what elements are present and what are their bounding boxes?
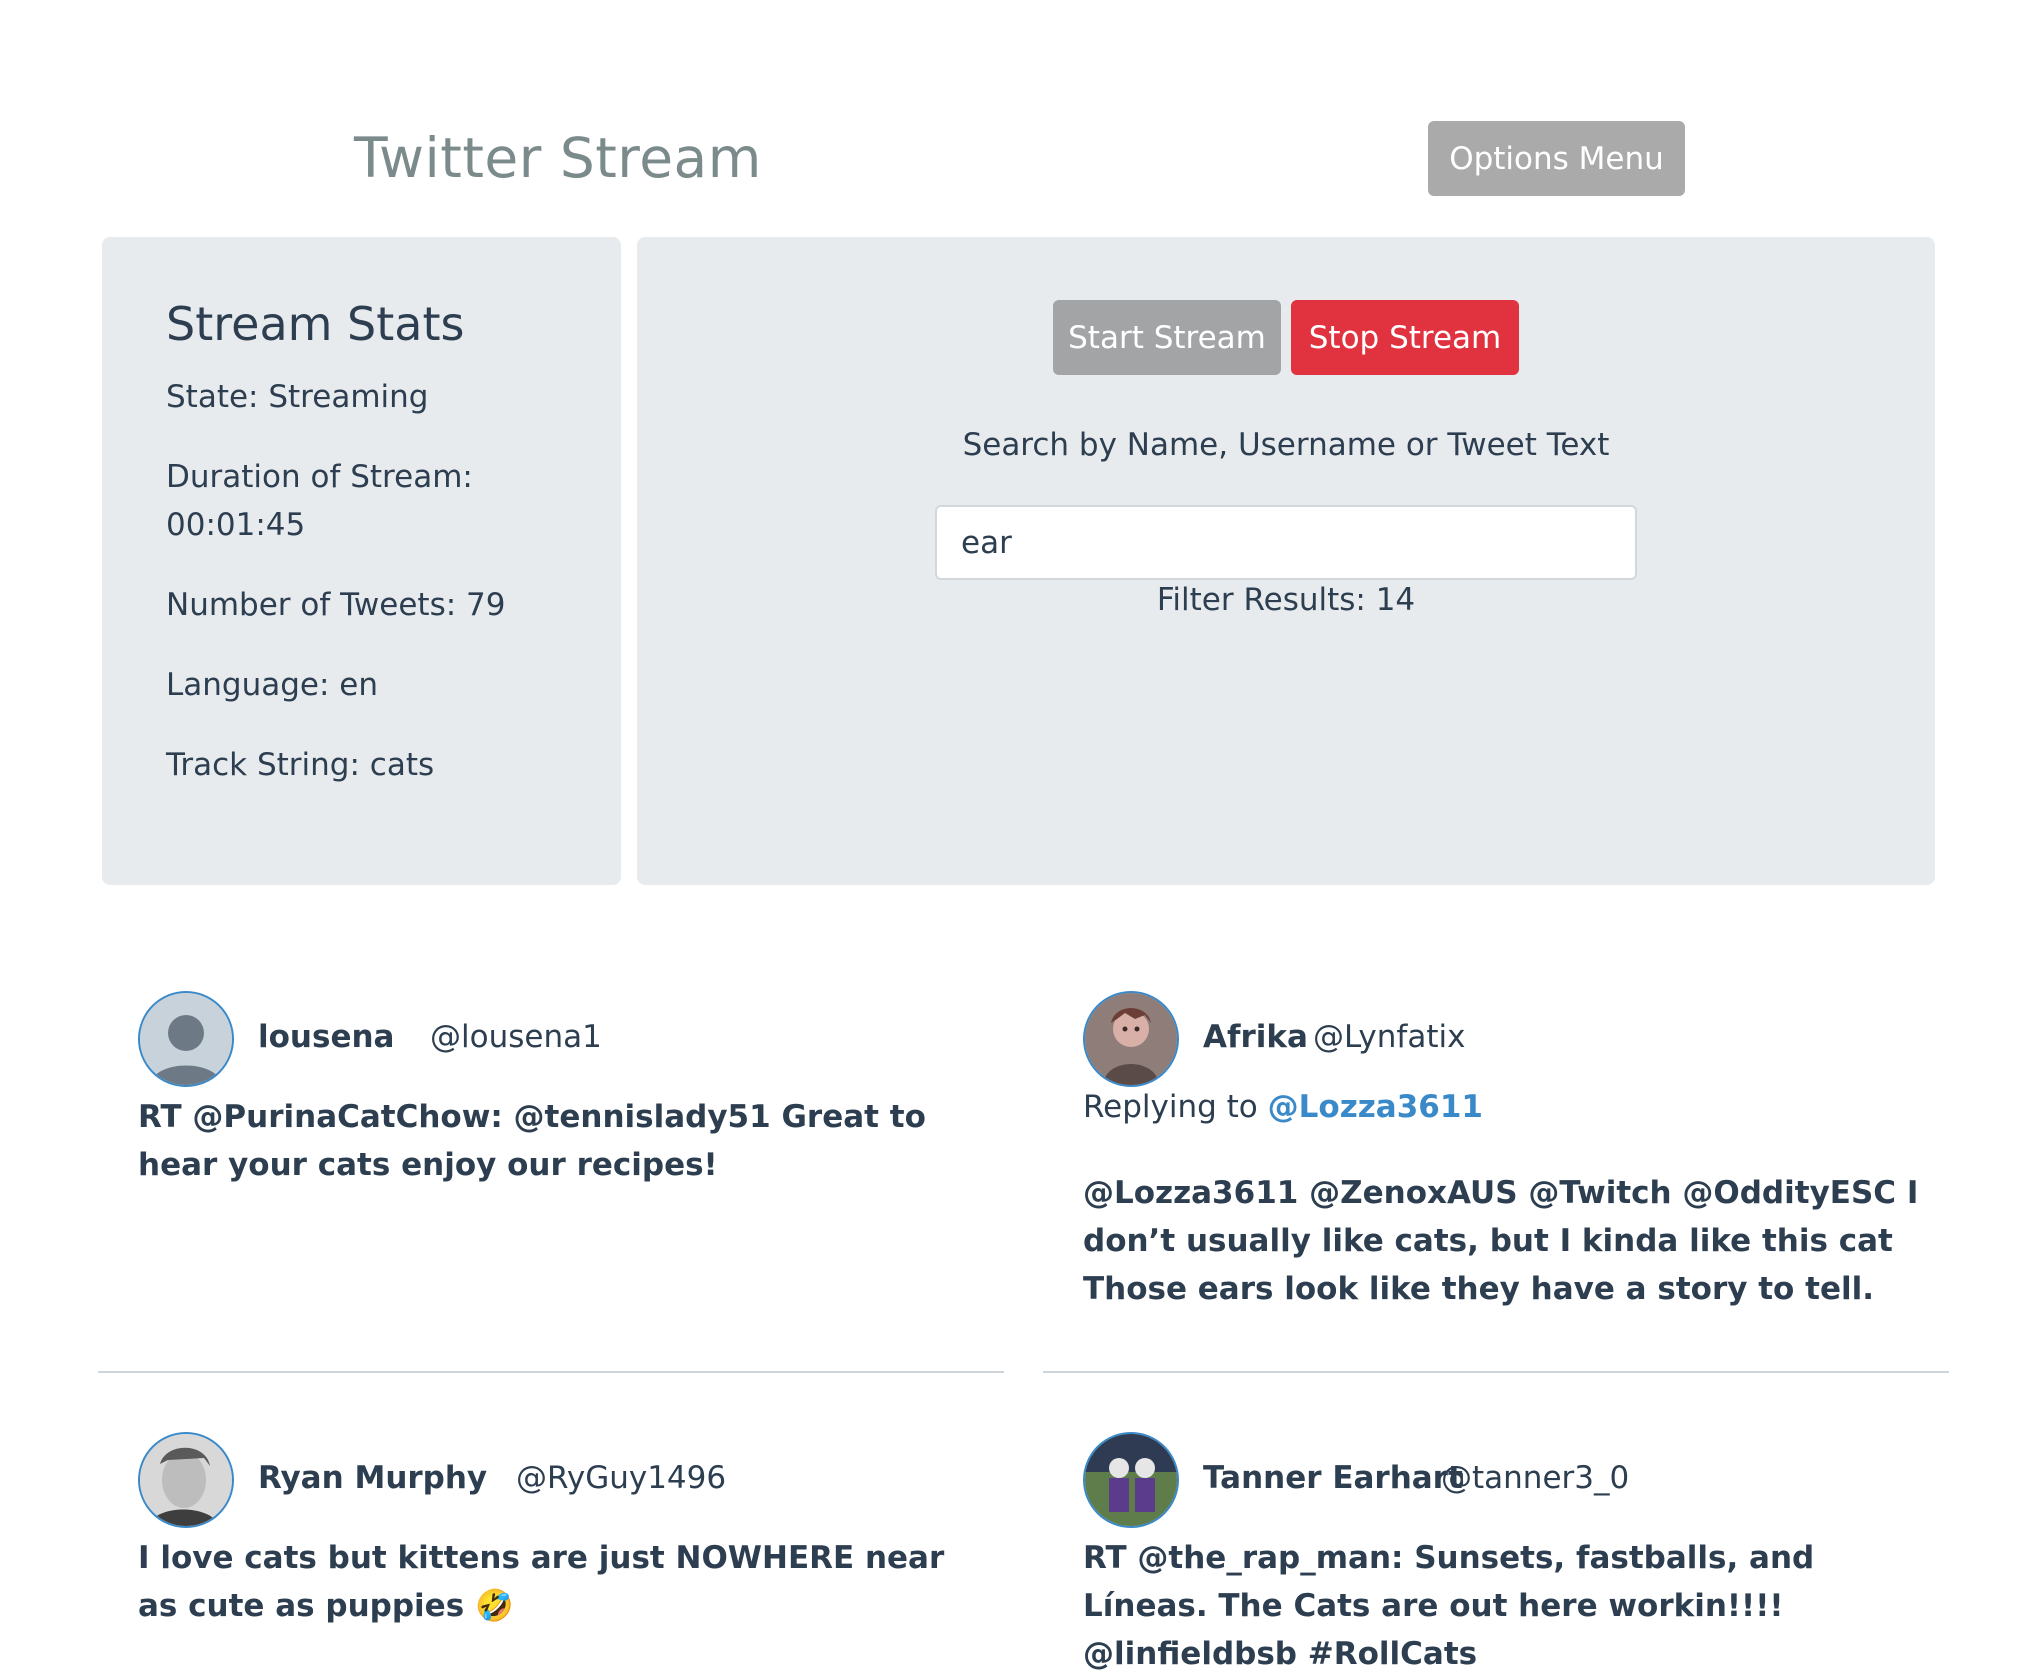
tweet-divider xyxy=(1043,1371,1949,1373)
stat-duration-value: 00:01:45 xyxy=(166,507,306,543)
stat-duration-label: Duration of Stream: xyxy=(166,459,473,495)
cartoon-avatar xyxy=(1083,991,1179,1087)
stream-control-panel: Start Stream Stop Stream Search by Name,… xyxy=(637,237,1935,885)
stat-tweet-count: Number of Tweets: 79 xyxy=(166,587,506,623)
tweet-header: lousena @lousena1 xyxy=(138,991,1000,1091)
photo-avatar xyxy=(138,1432,234,1528)
photo-avatar xyxy=(1083,1432,1179,1528)
tweet-author-name: Tanner Earhart xyxy=(1203,1460,1463,1496)
stat-language: Language: en xyxy=(166,667,379,703)
tweet-author-handle[interactable]: @RyGuy1496 xyxy=(516,1460,726,1496)
tweet-author-name: Ryan Murphy xyxy=(258,1460,488,1496)
tweet-author-name: lousena xyxy=(258,1019,395,1055)
stream-stats-panel: Stream Stats State: Streaming Duration o… xyxy=(102,237,621,885)
tweet-text: RT @the_rap_man: Sunsets, fastballs, and… xyxy=(1083,1540,1815,1672)
tweet-author-handle[interactable]: @tanner3_0 xyxy=(1441,1460,1629,1496)
default-avatar-icon xyxy=(138,991,234,1087)
stop-stream-button[interactable]: Stop Stream xyxy=(1291,300,1519,375)
replying-prefix: Replying to xyxy=(1083,1089,1258,1125)
search-input[interactable] xyxy=(935,505,1637,580)
tweet-text: I love cats but kittens are just NOWHERE… xyxy=(138,1540,945,1624)
tweet-card: Ryan Murphy @RyGuy1496 I love cats but k… xyxy=(98,1432,1000,1632)
tweet-card: Afrika @Lynfatix Replying to @Lozza3611 … xyxy=(1043,991,1945,1371)
stat-state: State: Streaming xyxy=(166,379,429,415)
replying-to: Replying to @Lozza3611 xyxy=(1083,1089,1483,1125)
options-menu-button[interactable]: Options Menu xyxy=(1428,121,1685,196)
start-stream-button[interactable]: Start Stream xyxy=(1053,300,1281,375)
tweet-card: Tanner Earhart @tanner3_0 RT @the_rap_ma… xyxy=(1043,1432,1945,1672)
tweet-header: Afrika @Lynfatix xyxy=(1083,991,1945,1091)
tweet-header: Tanner Earhart @tanner3_0 xyxy=(1083,1432,1945,1532)
tweet-text: RT @PurinaCatChow: @tennislady51 Great t… xyxy=(138,1099,926,1183)
replying-to-link[interactable]: @Lozza3611 xyxy=(1268,1089,1483,1125)
tweet-author-handle[interactable]: @lousena1 xyxy=(430,1019,602,1055)
filter-results: Filter Results: 14 xyxy=(1156,582,1416,618)
search-label: Search by Name, Username or Tweet Text xyxy=(962,427,1610,463)
tweet-divider xyxy=(98,1371,1004,1373)
stream-stats-title: Stream Stats xyxy=(166,297,465,351)
page-title: Twitter Stream xyxy=(354,126,762,190)
tweet-author-name: Afrika xyxy=(1203,1019,1308,1055)
tweet-author-handle[interactable]: @Lynfatix xyxy=(1313,1019,1465,1055)
tweet-card: lousena @lousena1 RT @PurinaCatChow: @te… xyxy=(98,991,1000,1371)
tweet-text: @Lozza3611 @ZenoxAUS @Twitch @OddityESC … xyxy=(1083,1175,1919,1307)
stat-track-string: Track String: cats xyxy=(166,747,435,783)
tweet-header: Ryan Murphy @RyGuy1496 xyxy=(138,1432,1000,1532)
